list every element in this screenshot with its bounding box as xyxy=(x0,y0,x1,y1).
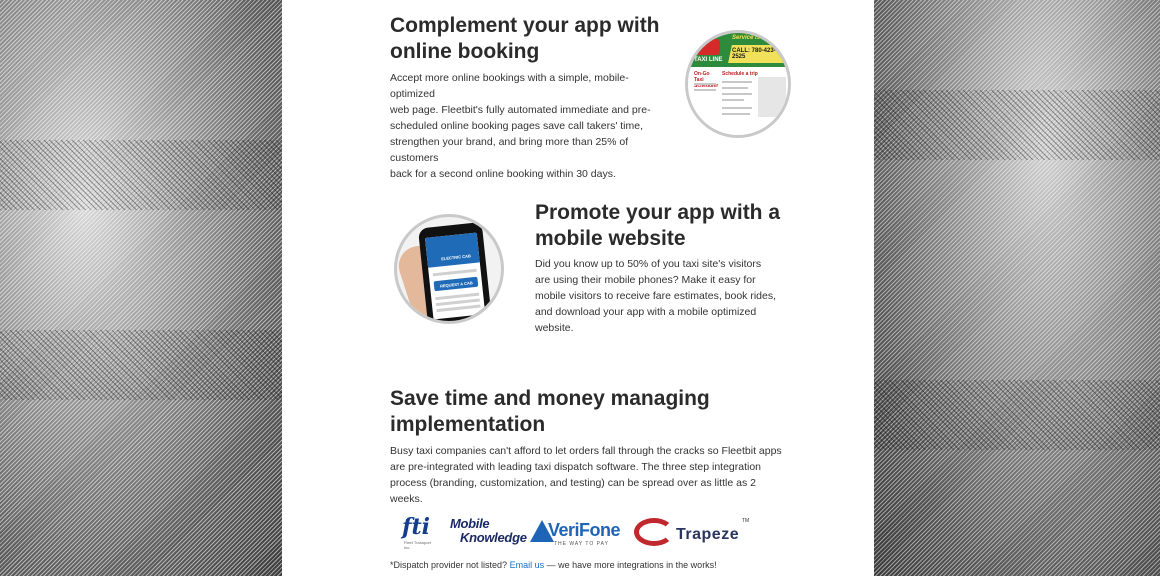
implementation-description: Busy taxi companies can't afford to let … xyxy=(390,443,840,507)
verifone-name: VeriFone xyxy=(548,520,621,540)
form-row xyxy=(722,113,750,115)
booking-page-brand: TAXI LINE xyxy=(694,57,723,63)
trapeze-swoosh-icon xyxy=(634,518,674,546)
form-row xyxy=(694,83,716,85)
mobile-title: Promote your app with a mobile website xyxy=(535,200,780,252)
form-row xyxy=(722,99,744,101)
booking-line: strengthen your brand, and bring more th… xyxy=(390,136,629,164)
implementation-line: process (branding, customization, and te… xyxy=(390,477,756,489)
phone-body: ELECTRIC CAB REQUEST A CAB xyxy=(417,221,493,321)
mobile-knowledge-logo: Mobile Knowledge xyxy=(450,514,527,550)
map-thumbnail xyxy=(758,77,786,117)
mobile-line: mobile visitors to receive fare estimate… xyxy=(535,290,777,302)
mobile-line: Did you know up to 50% of you taxi site'… xyxy=(535,258,762,270)
form-row xyxy=(722,81,752,83)
footnote-suffix: — we have more integrations in the works… xyxy=(546,560,717,570)
mobile-line: are using their mobile phones? Make it e… xyxy=(535,274,756,286)
mobile-title-line2: mobile website xyxy=(535,227,686,250)
bg-texture-band xyxy=(874,90,1160,160)
bg-texture-band xyxy=(0,330,282,400)
bg-texture-band xyxy=(0,140,282,210)
email-us-link[interactable]: Email us xyxy=(510,560,545,570)
mobile-knowledge-line1: Mobile xyxy=(450,516,490,531)
bg-texture-band xyxy=(874,380,1160,450)
verifone-logo: VeriFone THE WAY TO PAY xyxy=(530,514,630,550)
background-photo-left xyxy=(0,0,282,576)
fti-logo-mark: fti xyxy=(402,514,430,540)
form-row xyxy=(722,93,752,95)
fti-logo: fti Fleet Transport Inc. xyxy=(400,514,436,550)
mobile-line: and download your app with a mobile opti… xyxy=(535,306,757,318)
phone-screen-header xyxy=(424,232,480,268)
booking-page-logo xyxy=(690,39,720,55)
form-row xyxy=(722,107,752,109)
booking-title: Complement your app with online booking xyxy=(390,13,660,65)
mobile-title-line1: Promote your app with a xyxy=(535,201,781,224)
content-column: Complement your app with online booking … xyxy=(282,0,874,576)
footnote-prefix: *Dispatch provider not listed? xyxy=(390,560,508,570)
booking-page-right-label: Schedule a trip xyxy=(722,71,758,77)
booking-page-screenshot: Service is Our CALL: 780-423-2525 TAXI L… xyxy=(685,30,791,138)
implementation-title-line2: implementation xyxy=(390,413,546,436)
trapeze-name: Trapeze xyxy=(676,526,740,543)
booking-page-left-label: On-Go Taxi Scheduler xyxy=(694,71,719,89)
implementation-line: Busy taxi companies can't afford to let … xyxy=(390,445,782,457)
booking-description: Accept more online bookings with a simpl… xyxy=(390,70,660,182)
booking-page-phone: CALL: 780-423-2525 xyxy=(732,48,776,60)
mobile-line: website. xyxy=(535,322,574,334)
booking-line: web page. Fleetbit's fully automated imm… xyxy=(390,104,651,116)
mobile-knowledge-line2: Knowledge xyxy=(460,530,527,545)
phone-form-row xyxy=(432,268,477,277)
booking-title-line2: online booking xyxy=(390,40,540,63)
implementation-title-line1: Save time and money managing xyxy=(390,387,710,410)
trapeze-logo: Trapeze TM xyxy=(630,514,750,550)
booking-page-slogan: Service is Our xyxy=(732,35,773,41)
dispatch-footnote: *Dispatch provider not listed? Email us … xyxy=(390,560,717,570)
fti-logo-sub: Fleet Transport Inc. xyxy=(404,540,431,550)
phone-screen: ELECTRIC CAB REQUEST A CAB xyxy=(424,232,486,320)
booking-page-body: On-Go Taxi Scheduler Schedule a trip xyxy=(688,67,788,135)
form-row xyxy=(694,89,716,91)
booking-title-line1: Complement your app with xyxy=(390,14,660,37)
booking-line: scheduled online booking pages save call… xyxy=(390,120,643,132)
implementation-title: Save time and money managing implementat… xyxy=(390,386,710,438)
implementation-line: are pre-integrated with leading taxi dis… xyxy=(390,461,762,473)
implementation-line: weeks. xyxy=(390,493,423,505)
verifone-tagline: THE WAY TO PAY xyxy=(554,541,609,547)
phone-form-row xyxy=(436,304,481,313)
booking-line: Accept more online bookings with a simpl… xyxy=(390,72,629,100)
form-row xyxy=(722,87,748,89)
background-photo-right xyxy=(874,0,1160,576)
booking-line: back for a second online booking within … xyxy=(390,168,616,180)
trapeze-trademark: TM xyxy=(742,518,750,524)
mobile-phone-photo: ELECTRIC CAB REQUEST A CAB xyxy=(394,214,504,324)
mobile-description: Did you know up to 50% of you taxi site'… xyxy=(535,256,795,336)
